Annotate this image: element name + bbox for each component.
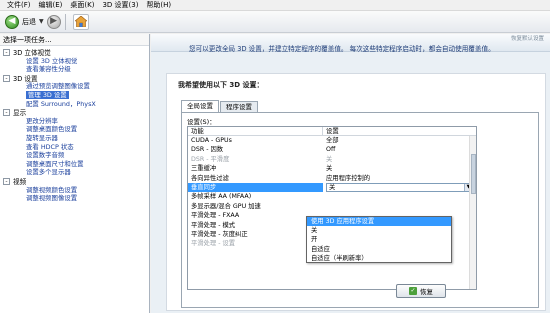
row-feature: 平滑处理 - FXAA (191, 212, 240, 220)
description-bar: 恢复默认设置 您可以更改全局 3D 设置，并建立特定程序的覆盖值。 每次这些特定… (151, 34, 550, 53)
tab-program-settings[interactable]: 程序设置 (220, 101, 258, 112)
tree-item-desktop-size[interactable]: 调整桌面尺寸和位置 (0, 160, 149, 169)
dropdown-option[interactable]: 关 (307, 226, 451, 235)
back-button[interactable]: ◀ 后退 ▼ (5, 14, 47, 30)
row-feature: 平滑处理 - 灰度纠正 (191, 230, 248, 238)
row-feature: 多帧采样 AA (MFAA) (191, 193, 252, 201)
task-tree: - 3D 立体视觉 设置 3D 立体视觉 查看兼容性分级 - 3D 设置 通过预… (0, 46, 149, 203)
menu-desktop[interactable]: 桌面(K) (66, 0, 98, 11)
list-header: 功能 设置 (188, 127, 476, 136)
row-feature: 多显示器/混合 GPU 加速 (191, 202, 261, 210)
back-arrow-icon: ◀ (5, 14, 19, 29)
row-value: Off (326, 146, 336, 154)
tree-item-desktop-color[interactable]: 调整桌面颜色设置 (0, 125, 149, 134)
table-row: DSR - 平滑度 关 (188, 155, 476, 164)
page-description: 您可以更改全局 3D 设置，并建立特定程序的覆盖值。 每次这些特定程序启动时，都… (189, 45, 495, 53)
main-panel: 恢复默认设置 您可以更改全局 3D 设置，并建立特定程序的覆盖值。 每次这些特定… (151, 34, 550, 313)
collapse-icon[interactable]: - (3, 48, 10, 56)
column-header-setting[interactable]: 设置 (323, 127, 339, 135)
table-row[interactable]: 各向异性过滤 应用程序控制的 (188, 174, 476, 183)
collapse-icon[interactable]: - (3, 108, 10, 116)
table-row[interactable]: 多帧采样 AA (MFAA) (188, 192, 476, 201)
table-row-selected[interactable]: 垂直同步 关 ▼ (188, 182, 476, 193)
column-header-feature[interactable]: 功能 (188, 127, 323, 135)
dropdown-option[interactable]: 使用 3D 应用程序设置 (307, 217, 451, 227)
tree-category-3d-stereo[interactable]: - 3D 立体视觉 (0, 48, 149, 57)
vsync-select[interactable]: 关 ▼ (326, 182, 473, 192)
row-value (323, 192, 326, 201)
vsync-dropdown-list: 使用 3D 应用程序设置 关 开 自适应 自适应（半刷新率） (306, 216, 452, 263)
task-tree-panel: 选择一项任务... - 3D 立体视觉 设置 3D 立体视觉 查看兼容性分级 -… (0, 34, 150, 313)
settings-label: 设置(S)： (187, 118, 216, 126)
menu-help[interactable]: 帮助(H) (142, 0, 175, 11)
table-row[interactable]: 多显示器/混合 GPU 加速 (188, 202, 476, 211)
row-value: 应用程序控制的 (326, 174, 371, 182)
tree-item-manage-3d[interactable]: 管理 3D 设置 (0, 90, 149, 100)
row-feature: DSR - 平滑度 (191, 155, 230, 163)
tree-item-video-image[interactable]: 调整视频图像设置 (0, 194, 149, 203)
row-value (323, 202, 326, 211)
back-label: 后退 (22, 17, 36, 26)
toolbar-separator (64, 13, 66, 30)
menu-edit[interactable]: 编辑(E) (35, 0, 67, 11)
tree-category-3d-settings[interactable]: - 3D 设置 (0, 74, 149, 83)
tree-category-video[interactable]: - 视频 (0, 177, 149, 186)
restore-button[interactable]: ✓ 恢复 (396, 284, 446, 298)
settings-tabs: 全局设置 程序设置 (181, 100, 259, 112)
menu-bar: 文件(F) 编辑(E) 桌面(K) 3D 设置(3) 帮助(H) (0, 0, 550, 11)
list-scrollbar[interactable] (469, 136, 476, 289)
row-feature: 平滑处理 - 设置 (191, 240, 236, 248)
row-value: 全部 (326, 137, 339, 144)
tree-category-display[interactable]: - 显示 (0, 108, 149, 117)
tree-item-hdcp[interactable]: 查看 HDCP 状态 (0, 143, 149, 152)
home-icon (74, 16, 87, 27)
home-button[interactable] (72, 13, 89, 30)
row-feature: 三重缓冲 (191, 165, 217, 173)
settings-list: 功能 设置 CUDA - GPUs 全部 DSR - 因数 Off DSR - 平滑… (187, 126, 477, 290)
collapse-icon[interactable]: - (3, 177, 10, 185)
dropdown-option[interactable]: 自适应（半刷新率） (307, 254, 451, 263)
tree-item-preview-image[interactable]: 通过预览调整图像设置 (0, 82, 149, 91)
tree-item-setup-3d-stereo[interactable]: 设置 3D 立体视觉 (0, 57, 149, 66)
menu-3d-settings[interactable]: 3D 设置(3) (98, 0, 142, 11)
dropdown-option[interactable]: 自适应 (307, 245, 451, 254)
tree-item-resolution[interactable]: 更改分辨率 (0, 117, 149, 126)
vsync-select-value: 关 (329, 183, 336, 191)
tree-item-digital-audio[interactable]: 设置数字音频 (0, 151, 149, 160)
scrollbar-thumb[interactable] (471, 154, 476, 194)
row-feature: 平滑处理 - 模式 (191, 221, 236, 229)
tab-body: 设置(S)： 功能 设置 CUDA - GPUs 全部 DSR - 因数 Off D… (181, 112, 539, 308)
table-row[interactable]: CUDA - GPUs 全部 (188, 136, 476, 145)
collapse-icon[interactable]: - (3, 74, 10, 82)
table-row[interactable]: 三重缓冲 关 (188, 164, 476, 173)
tree-category-label: 显示 (13, 109, 27, 118)
tree-category-label: 视频 (13, 178, 27, 187)
section-title: 我希望使用以下 3D 设置： (178, 81, 264, 89)
row-feature: 垂直同步 (188, 182, 323, 193)
row-feature: CUDA - GPUs (191, 137, 232, 144)
row-feature: 各向异性过滤 (191, 174, 229, 182)
restore-button-label: 恢复 (420, 288, 433, 296)
row-value-cell: 关 ▼ (323, 182, 473, 192)
checkmark-icon: ✓ (409, 287, 417, 295)
forward-arrow-icon[interactable]: ▶ (46, 14, 61, 29)
chevron-down-icon[interactable]: ▼ (39, 18, 44, 25)
tree-item-video-color[interactable]: 调整视频颜色设置 (0, 186, 149, 195)
table-row[interactable]: DSR - 因数 Off (188, 145, 476, 154)
row-feature: DSR - 因数 (191, 146, 224, 154)
row-value: 关 (326, 155, 333, 163)
tab-global-settings[interactable]: 全局设置 (181, 100, 219, 112)
settings-content: 我希望使用以下 3D 设置： 全局设置 程序设置 设置(S)： 功能 设置 CU… (166, 73, 546, 311)
toolbar: ◀ 后退 ▼ ▶ (0, 11, 550, 33)
menu-file[interactable]: 文件(F) (3, 0, 35, 11)
row-value: 关 (326, 165, 333, 173)
dropdown-option[interactable]: 开 (307, 235, 451, 244)
restore-defaults-link[interactable]: 恢复默认设置 (511, 34, 544, 42)
tree-item-rotate-display[interactable]: 旋转显示器 (0, 134, 149, 143)
task-tree-header: 选择一项任务... (0, 34, 149, 46)
